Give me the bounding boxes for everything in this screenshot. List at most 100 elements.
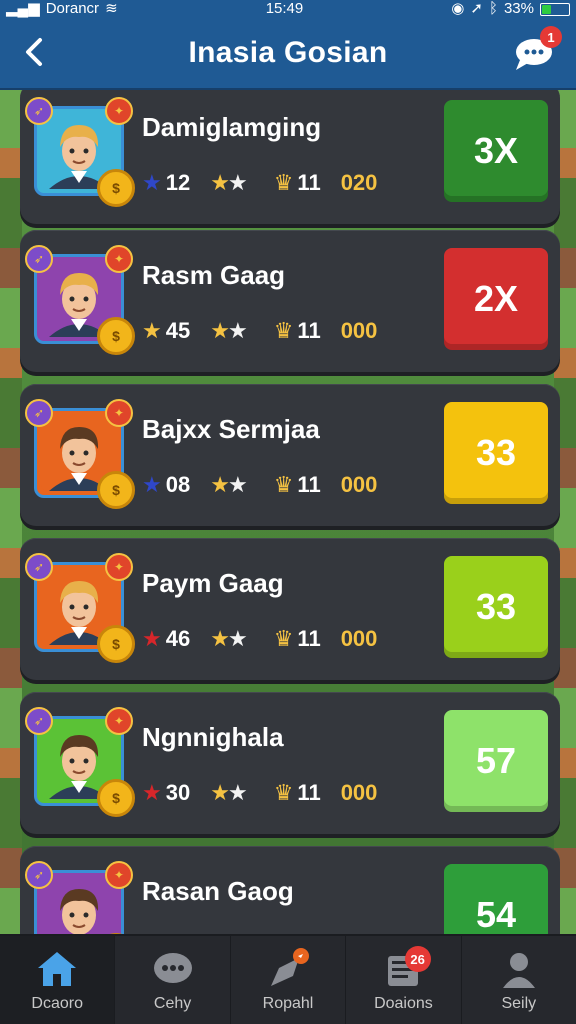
chevron-left-icon [26, 38, 42, 66]
battery-icon [540, 2, 570, 16]
nav-item-doaions[interactable]: Doaions 26 [346, 936, 462, 1024]
clock: 15:49 [265, 0, 304, 17]
bottom-nav: Dcaoro Cehy Ropahl Doaions 26 Seily [0, 934, 576, 1024]
chat-bubble-icon [149, 947, 197, 991]
nav-label: Seily [501, 995, 537, 1012]
chat-button[interactable]: 1 [510, 26, 562, 76]
status-bar: ▂▄▆ Dorancr ≋ 15:49 ◉ ➚ ᛒ 33% [0, 0, 576, 18]
star-rating-icon: ★★ [210, 318, 247, 343]
rank-badge-icon: ➶ [25, 707, 53, 735]
coin-icon: $ [97, 625, 135, 663]
nav-item-dcaoro[interactable]: Dcaoro [0, 936, 116, 1024]
trophy-icon: ♛ [273, 170, 294, 195]
rank-badge-icon: ➶ [25, 861, 53, 889]
rank-badge-icon: ➶ [25, 97, 53, 125]
stat-value: 11 [297, 318, 321, 343]
notification-badge: 1 [540, 26, 562, 48]
multiplier-button[interactable]: 54 [444, 864, 548, 936]
blue-star-icon: ★ [142, 170, 162, 195]
player-card[interactable]: ➶ ✦ $ Ngnnighala ★ 30 ★★ ♛ 11 000 57 [20, 692, 560, 834]
nav-item-cehy[interactable]: Cehy [115, 936, 231, 1024]
nav-label: Doaions [374, 995, 433, 1012]
notification-badge: 26 [404, 946, 431, 972]
player-name: Ngnnighala [142, 722, 284, 752]
score-value: 000 [340, 780, 378, 805]
level-badge-icon: ✦ [105, 97, 133, 125]
nav-label: Dcaoro [31, 995, 83, 1012]
player-name: Bajxx Sermjaa [142, 414, 320, 444]
player-name: Rasm Gaag [142, 260, 286, 290]
nav-item-seily[interactable]: Seily [462, 936, 576, 1024]
stat-value: 46 [165, 626, 191, 651]
player-name: Rasan Gaog [142, 876, 294, 906]
score-value: 000 [340, 472, 378, 497]
player-name: Paym Gaag [142, 568, 284, 598]
profile-icon [495, 947, 543, 991]
nav-item-ropahl[interactable]: Ropahl [231, 936, 347, 1024]
player-card[interactable]: ➶ ✦ $ Damiglamging ★ 12 ★★ ♛ 11 020 3X [20, 90, 560, 224]
nav-label: Ropahl [262, 995, 314, 1012]
rank-badge-icon: ➶ [25, 245, 53, 273]
home-icon [33, 947, 81, 991]
coin-icon: $ [97, 471, 135, 509]
star-rating-icon: ★★ [210, 170, 247, 195]
score-value: 000 [340, 318, 378, 343]
stat-value: 08 [165, 472, 191, 497]
player-stats: ★ 30 ★★ ♛ 11 000 [142, 780, 377, 806]
player-card[interactable]: ➶ ✦ $ Rasan Gaog ★ ★★ ♛ 54 [20, 846, 560, 936]
coin-icon: $ [97, 169, 135, 207]
coin-icon: $ [97, 779, 135, 817]
player-card[interactable]: ➶ ✦ $ Rasm Gaag ★ 45 ★★ ♛ 11 000 2X [20, 230, 560, 372]
stat-value: 12 [165, 170, 191, 195]
gold-star-icon: ★ [142, 318, 162, 343]
level-badge-icon: ✦ [105, 399, 133, 427]
player-name: Damiglamging [142, 112, 322, 142]
multiplier-button[interactable]: 33 [444, 402, 548, 504]
trophy-icon: ♛ [273, 780, 294, 805]
stat-value: 11 [297, 626, 321, 651]
red-star-icon: ★ [142, 780, 162, 805]
player-card[interactable]: ➶ ✦ $ Bajxx Sermjaa ★ 08 ★★ ♛ 11 000 33 [20, 384, 560, 526]
player-stats: ★ 45 ★★ ♛ 11 000 [142, 318, 377, 344]
player-portrait-icon [41, 877, 117, 936]
player-avatar: ➶ ✦ $ [25, 861, 135, 936]
multiplier-button[interactable]: 2X [444, 248, 548, 350]
player-stats: ★ 08 ★★ ♛ 11 000 [142, 472, 377, 498]
player-list: ➶ ✦ $ Damiglamging ★ 12 ★★ ♛ 11 020 3X ➶… [0, 90, 576, 936]
player-stats: ★ 12 ★★ ♛ 11 020 [142, 170, 377, 196]
player-avatar: ➶ ✦ $ [25, 245, 135, 355]
stat-value: 11 [297, 472, 321, 497]
stat-value: 45 [165, 318, 191, 343]
star-rating-icon: ★★ [210, 780, 247, 805]
trophy-icon: ♛ [273, 472, 294, 497]
stat-value: 11 [297, 170, 321, 195]
player-avatar: ➶ ✦ $ [25, 707, 135, 817]
level-badge-icon: ✦ [105, 245, 133, 273]
trophy-icon: ♛ [273, 626, 294, 651]
player-avatar: ➶ ✦ $ [25, 97, 135, 207]
carrier-name: Dorancr [45, 0, 100, 17]
player-card[interactable]: ➶ ✦ $ Paym Gaag ★ 46 ★★ ♛ 11 000 33 [20, 538, 560, 680]
multiplier-button[interactable]: 57 [444, 710, 548, 812]
multiplier-button[interactable]: 33 [444, 556, 548, 658]
back-button[interactable] [14, 32, 54, 72]
player-avatar: ➶ ✦ $ [25, 553, 135, 663]
rocket-icon [264, 947, 312, 991]
stat-value: 11 [297, 780, 321, 805]
star-rating-icon: ★★ [210, 626, 247, 651]
player-avatar: ➶ ✦ $ [25, 399, 135, 509]
player-stats: ★ 46 ★★ ♛ 11 000 [142, 626, 377, 652]
signal-icon: ▂▄▆ [6, 0, 40, 17]
trophy-icon: ♛ [273, 318, 294, 343]
nav-label: Cehy [153, 995, 192, 1012]
multiplier-button[interactable]: 3X [444, 100, 548, 202]
stat-value: 30 [165, 780, 191, 805]
level-badge-icon: ✦ [105, 553, 133, 581]
rank-badge-icon: ➶ [25, 399, 53, 427]
alarm-icon: ◉ [451, 0, 465, 17]
page-title: Inasia Gosian [188, 36, 388, 69]
app-header: Inasia Gosian 1 [0, 18, 576, 90]
level-badge-icon: ✦ [105, 707, 133, 735]
battery-percent: 33% [503, 0, 534, 17]
coin-icon: $ [97, 317, 135, 355]
